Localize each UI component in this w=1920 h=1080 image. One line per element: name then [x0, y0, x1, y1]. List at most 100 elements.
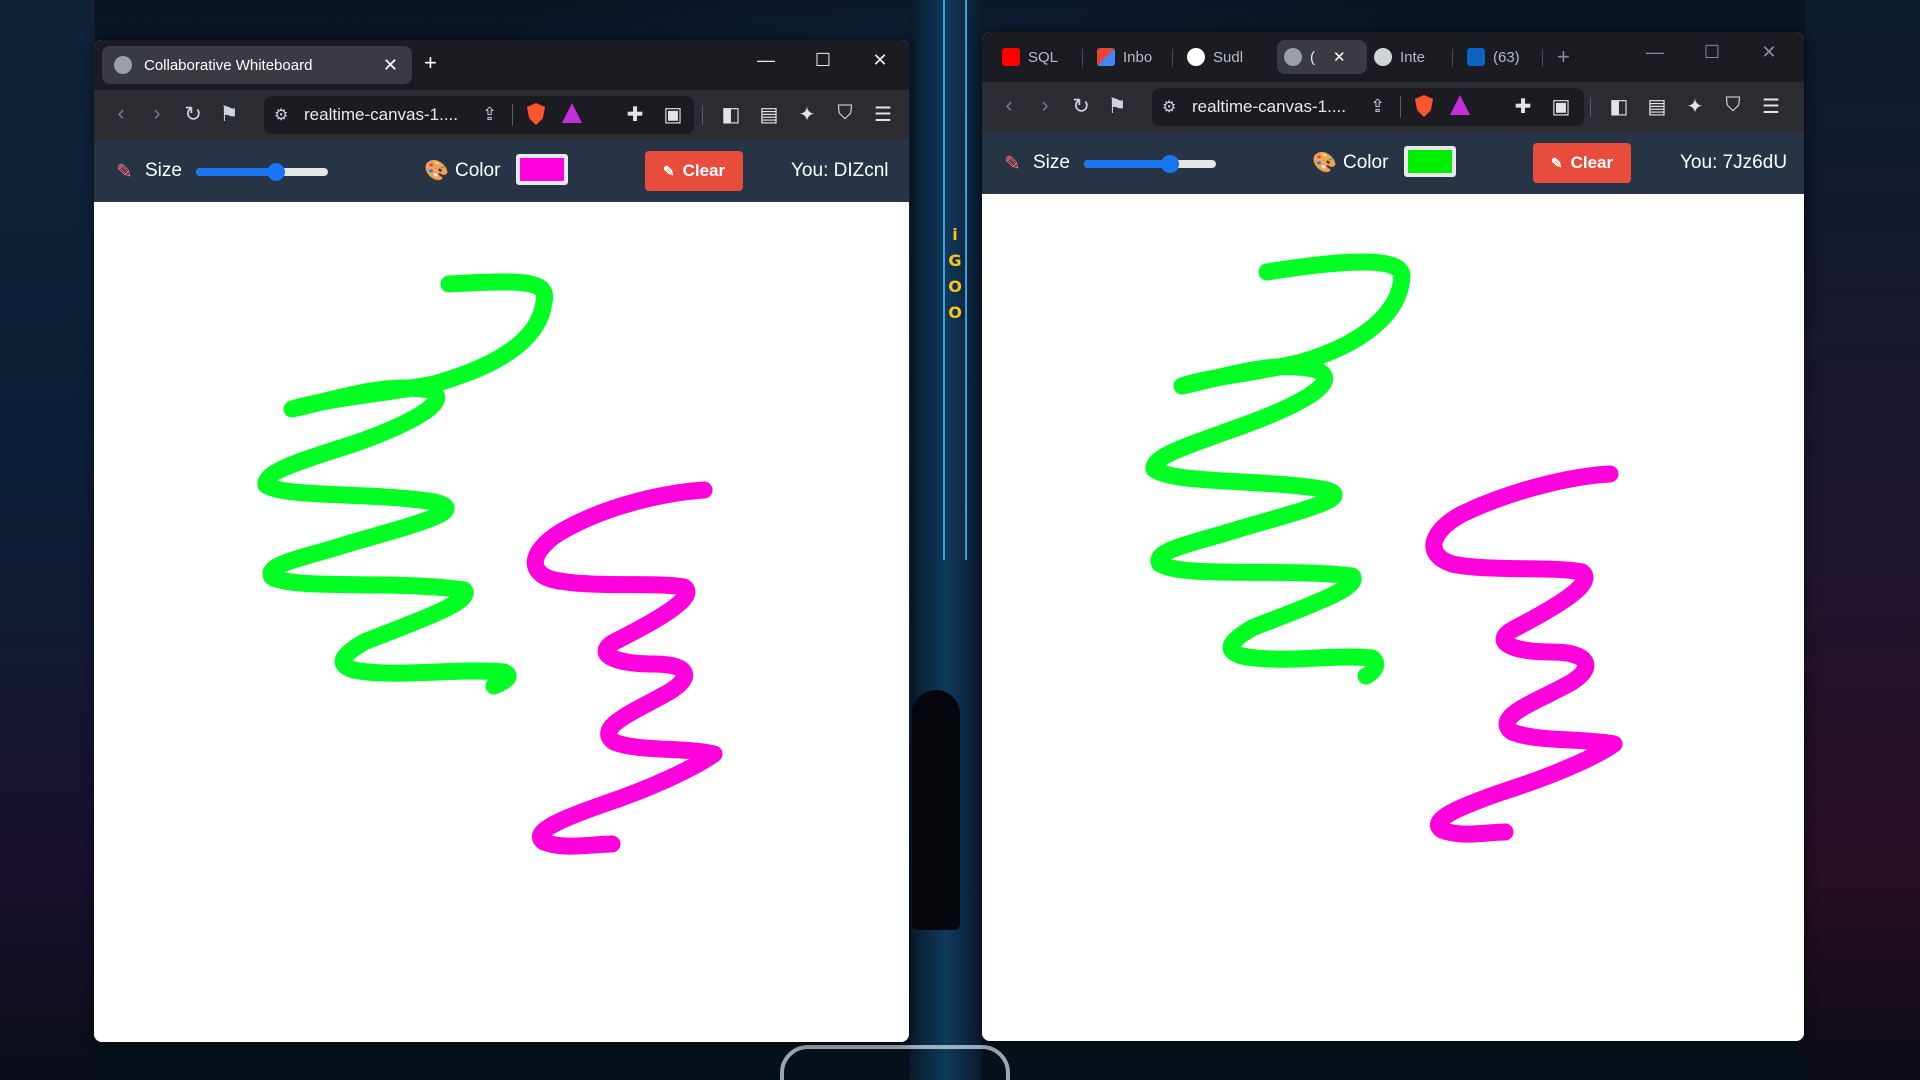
tab-whiteboard[interactable]: ( ✕ — [1284, 42, 1346, 72]
bookmark-icon[interactable]: ⚑ — [1104, 94, 1130, 119]
tab-github[interactable]: Sudl — [1187, 42, 1243, 72]
tab-divider — [1452, 49, 1453, 67]
address-divider — [1400, 96, 1401, 118]
clear-button[interactable]: ✎ Clear — [645, 151, 743, 191]
site-info-icon[interactable]: ⚙ — [1162, 97, 1176, 117]
address-toolbar: ‹ › ↻ ⚑ ⚙ realtime-canvas-1.... ⇪ ✚ ▣ ◧ … — [94, 90, 909, 140]
gmail-icon — [1097, 48, 1115, 66]
user-id-label: You: DIZcnl — [791, 160, 889, 181]
size-slider[interactable] — [196, 163, 328, 181]
tab-label: ( — [1310, 48, 1315, 66]
tab-strip: SQL Inbo Sudl ( ✕ Inte (63) + — ☐ ✕ — [982, 32, 1804, 82]
wallet-icon[interactable]: ▤ — [756, 102, 782, 127]
address-toolbar: ‹ › ↻ ⚑ ⚙ realtime-canvas-1.... ⇪ ✚ ▣ ◧ … — [982, 82, 1804, 132]
size-slider-handle[interactable] — [1161, 155, 1179, 173]
size-label: Size — [145, 160, 182, 181]
back-icon[interactable]: ‹ — [996, 94, 1022, 118]
tab-divider — [1172, 49, 1173, 67]
globe-icon — [1284, 48, 1302, 66]
reload-icon[interactable]: ↻ — [180, 102, 206, 127]
brush-icon: ✎ — [116, 161, 133, 183]
tab-youtube[interactable]: SQL — [1002, 42, 1058, 72]
sidebar-icon[interactable]: ◧ — [1606, 94, 1632, 119]
tab-label: (63) — [1493, 48, 1520, 66]
wallpaper-left — [0, 0, 95, 1080]
wallpaper-neon-sign: iGOO — [948, 225, 962, 322]
color-label: Color — [1343, 152, 1389, 173]
reload-icon[interactable]: ↻ — [1068, 94, 1094, 119]
brave-rewards-icon[interactable] — [1450, 95, 1470, 115]
back-icon[interactable]: ‹ — [108, 102, 134, 126]
minimize-button[interactable]: — — [751, 50, 781, 71]
leo-ai-icon[interactable]: ✦ — [794, 102, 820, 127]
url-text: realtime-canvas-1.... — [1192, 97, 1346, 116]
clear-button[interactable]: ✎ Clear — [1533, 143, 1631, 183]
extensions-icon[interactable]: ✚ — [622, 102, 648, 127]
close-window-button[interactable]: ✕ — [865, 50, 895, 71]
drawing-canvas[interactable] — [982, 194, 1804, 1041]
maximize-button[interactable]: ☐ — [1697, 42, 1727, 63]
wallpaper-silhouette — [912, 690, 960, 930]
forward-icon[interactable]: › — [144, 102, 170, 126]
globe-icon — [114, 56, 132, 74]
size-slider-fill — [196, 168, 276, 176]
tab-openai[interactable]: Inte — [1374, 42, 1425, 72]
palette-icon: 🎨 — [1312, 152, 1337, 174]
close-tab-icon[interactable]: ✕ — [383, 55, 398, 76]
tab-label: Inte — [1400, 48, 1426, 66]
toolbar-divider — [702, 105, 703, 125]
tab-label: Sudl — [1213, 48, 1244, 66]
wallet-icon[interactable]: ▤ — [1644, 94, 1670, 119]
extensions-icon[interactable]: ✚ — [1510, 94, 1536, 119]
forward-icon[interactable]: › — [1032, 94, 1058, 118]
wallpaper-right — [1805, 0, 1920, 1080]
tab-strip: Collaborative Whiteboard ✕ + — ☐ ✕ — [94, 40, 909, 90]
leo-ai-icon[interactable]: ✦ — [1682, 94, 1708, 119]
clear-button-label: Clear — [1570, 153, 1614, 172]
github-icon — [1187, 48, 1205, 66]
close-tab-icon[interactable]: ✕ — [1333, 48, 1346, 66]
reader-icon[interactable]: ▣ — [660, 102, 686, 127]
new-tab-button[interactable]: + — [1557, 44, 1570, 70]
tab-gmail[interactable]: Inbo — [1097, 42, 1152, 72]
reader-icon[interactable]: ▣ — [1548, 94, 1574, 119]
new-tab-button[interactable]: + — [424, 50, 437, 76]
tab-label: SQL — [1028, 48, 1059, 66]
site-info-icon[interactable]: ⚙ — [274, 105, 288, 125]
maximize-button[interactable]: ☐ — [808, 50, 838, 71]
share-icon[interactable]: ⇪ — [1370, 96, 1385, 117]
color-label: Color — [455, 160, 501, 181]
minimize-button[interactable]: — — [1640, 42, 1670, 63]
browser-window-left: Collaborative Whiteboard ✕ + — ☐ ✕ ‹ › ↻… — [94, 40, 909, 1042]
toolbar-divider — [1590, 97, 1591, 117]
brush-icon: ✎ — [1550, 154, 1563, 171]
vpn-icon[interactable]: ⛉ — [832, 102, 858, 125]
tab-linkedin[interactable]: (63) — [1467, 42, 1520, 72]
size-slider-fill — [1084, 160, 1170, 168]
size-label: Size — [1033, 152, 1070, 173]
menu-icon[interactable]: ☰ — [870, 102, 896, 127]
clear-button-label: Clear — [682, 161, 726, 180]
size-slider-handle[interactable] — [267, 163, 285, 181]
wallpaper-glow-ring — [780, 1045, 1010, 1080]
linkedin-icon — [1467, 48, 1485, 66]
tab-label: Inbo — [1123, 48, 1153, 66]
address-divider — [512, 104, 513, 126]
color-picker[interactable] — [516, 154, 568, 185]
vpn-icon[interactable]: ⛉ — [1720, 94, 1746, 117]
share-icon[interactable]: ⇪ — [482, 104, 497, 125]
bookmark-icon[interactable]: ⚑ — [216, 102, 242, 127]
tab-title: Collaborative Whiteboard — [144, 56, 313, 74]
browser-window-right: SQL Inbo Sudl ( ✕ Inte (63) + — ☐ ✕ ‹ › … — [982, 32, 1804, 1041]
menu-icon[interactable]: ☰ — [1758, 94, 1784, 119]
close-window-button[interactable]: ✕ — [1754, 42, 1784, 63]
color-picker[interactable] — [1404, 146, 1456, 177]
whiteboard-toolbar: ✎ Size 🎨 Color ✎ Clear You: 7Jz6dU — [982, 132, 1804, 194]
sidebar-icon[interactable]: ◧ — [718, 102, 744, 127]
url-text: realtime-canvas-1.... — [304, 105, 458, 124]
tab-collaborative-whiteboard[interactable]: Collaborative Whiteboard ✕ — [102, 46, 412, 84]
drawing-canvas[interactable] — [94, 202, 909, 1042]
user-id-label: You: 7Jz6dU — [1680, 152, 1788, 173]
size-slider[interactable] — [1084, 155, 1216, 173]
brave-rewards-icon[interactable] — [562, 103, 582, 123]
